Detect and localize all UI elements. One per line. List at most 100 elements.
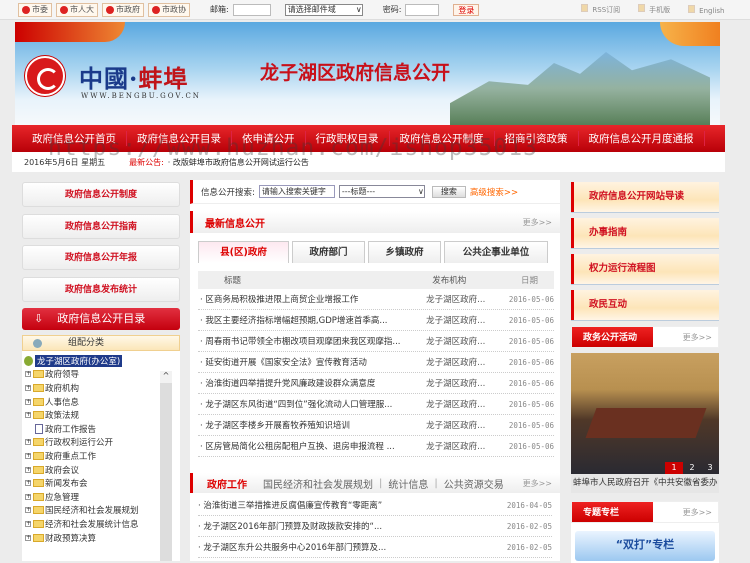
nav-catalog[interactable]: 政府信息公开目录 (127, 131, 232, 146)
link-party-committee[interactable]: 市委 (18, 2, 52, 17)
row-title[interactable]: · 龙子湖区李楼乡开展畜牧养殖知识培训 (198, 419, 426, 431)
tab-county-government[interactable]: 县(区)政府 (198, 241, 289, 263)
item-title[interactable]: · 治淮街道三举措推进反腐倡廉宣传教育“零距离” (198, 499, 382, 511)
expand-icon[interactable]: + (25, 534, 31, 541)
slide-3[interactable]: 3 (701, 462, 719, 474)
table-row[interactable]: · 区商务局积极推进限上商贸企业增报工作 龙子湖区政府... 2016-05-06 (198, 289, 554, 310)
row-title[interactable]: · 区商务局积极推进限上商贸企业增报工作 (198, 293, 426, 305)
slide-2[interactable]: 2 (683, 462, 701, 474)
expand-icon[interactable]: + (25, 412, 31, 419)
password-input[interactable] (405, 3, 440, 16)
expand-icon[interactable]: + (25, 466, 31, 473)
row-title[interactable]: · 区房管局简化公租房配租户互换、退房申报流程 ... (198, 440, 426, 452)
expand-icon[interactable]: + (25, 520, 31, 527)
tree-item[interactable]: + 政府机构 (22, 381, 180, 395)
nav-system[interactable]: 政府信息公开制度 (390, 131, 495, 146)
search-field-select[interactable]: ---标题--- ∨ (338, 185, 425, 198)
annual-report-button[interactable]: 政府信息公开年报 (22, 245, 180, 270)
advanced-search-link[interactable]: 高级搜索>> (470, 186, 518, 198)
tab-public-resources[interactable]: 公共资源交易 (444, 476, 504, 491)
email-domain-select[interactable]: 请选择邮件域 ∨ (284, 3, 363, 16)
activity-photo[interactable]: 1 2 3 (571, 353, 719, 474)
tree-item[interactable]: + 政府领导 (22, 368, 180, 382)
tree-item[interactable]: + 新闻发布会 (22, 476, 180, 490)
tab-departments[interactable]: 政府部门 (292, 241, 365, 263)
row-title[interactable]: · 龙子湖区东风街道“四到位”强化流动人口管理服... (198, 398, 426, 410)
photo-caption[interactable]: 蚌埠市人民政府召开《中共安徽省委办 (571, 474, 719, 493)
nav-on-request[interactable]: 依申请公开 (232, 131, 306, 146)
service-guide-button[interactable]: 办事指南 (571, 218, 719, 248)
expand-icon[interactable]: + (25, 507, 31, 514)
tab-public-institutions[interactable]: 公共企事业单位 (444, 241, 548, 263)
shuangda-topic-button[interactable]: “双打”专栏 (575, 531, 715, 561)
rss-link[interactable]: RSS订阅 (581, 4, 620, 15)
expand-icon[interactable]: + (25, 384, 31, 391)
tree-item[interactable]: + 国民经济和社会发展规划 (22, 504, 180, 518)
table-row[interactable]: · 延安街道开展《国家安全法》宣传教育活动 龙子湖区政府... 2016-05-06 (198, 352, 554, 373)
slide-1[interactable]: 1 (665, 462, 683, 474)
link-city-government[interactable]: 市政府 (102, 2, 144, 17)
release-statistics-button[interactable]: 政府信息发布统计 (22, 276, 180, 302)
tree-item[interactable]: 政府工作报告 (22, 422, 180, 436)
list-item[interactable]: · 龙子湖区2016年部门预算及财政拨款安排的“... 2016-02-05 (198, 516, 552, 537)
tab-statistics[interactable]: 统计信息 (388, 476, 428, 491)
tree-item[interactable]: + 财政预算决算 (22, 531, 180, 545)
english-link[interactable]: English (688, 5, 724, 15)
more-link[interactable]: 更多>> (523, 478, 552, 489)
tab-townships[interactable]: 乡镇政府 (368, 241, 441, 263)
list-item[interactable]: · 龙子湖区东升公共服务中心2016年部门预算及... 2016-02-05 (198, 537, 552, 558)
expand-icon[interactable]: + (25, 439, 31, 446)
table-row[interactable]: · 区房管局简化公租房配租户互换、退房申报流程 ... 龙子湖区政府... 2016… (198, 436, 554, 457)
site-guide-button[interactable]: 政府信息公开网站导读 (571, 182, 719, 212)
email-input[interactable] (232, 3, 271, 16)
expand-icon[interactable]: + (25, 480, 31, 487)
mobile-link[interactable]: 手机版 (638, 4, 670, 15)
list-item[interactable]: · 治淮街道三举措推进反腐倡廉宣传教育“零距离” 2016-04-05 (198, 495, 552, 516)
tree-root[interactable]: 龙子湖区政府(办公室) (22, 354, 180, 368)
table-row[interactable]: · 我区主要经济指标增幅超预期,GDP增速首季高... 龙子湖区政府... 2016… (198, 310, 554, 331)
row-title[interactable]: · 治淮街道四举措提升党风廉政建设群众满意度 (198, 377, 426, 389)
more-link[interactable]: 更多>> (683, 507, 712, 518)
nav-monthly-report[interactable]: 政府信息公开月度通报 (579, 131, 705, 146)
login-button[interactable]: 登录 (453, 3, 480, 16)
scroll-up-icon[interactable]: ^ (160, 371, 172, 383)
scrollbar[interactable]: ^ (160, 371, 172, 561)
info-system-button[interactable]: 政府信息公开制度 (22, 182, 180, 207)
item-title[interactable]: · 龙子湖区2016年部门预算及财政拨款安排的“... (198, 520, 382, 532)
more-link[interactable]: 更多>> (683, 332, 712, 343)
search-button[interactable]: 搜索 (431, 185, 466, 198)
nav-investment[interactable]: 招商引资政策 (495, 131, 579, 146)
table-row[interactable]: · 周春雨书记带领全市棚改项目观摩团来我区观摩指... 龙子湖区政府... 2016… (198, 331, 554, 352)
announcement-link[interactable]: · 改版蚌埠市政府信息公开网试运行公告 (168, 157, 309, 168)
row-title[interactable]: · 延安街道开展《国家安全法》宣传教育活动 (198, 356, 426, 368)
power-flowchart-button[interactable]: 权力运行流程图 (571, 254, 719, 284)
tree-item[interactable]: + 政府重点工作 (22, 449, 180, 463)
expand-icon[interactable]: + (25, 493, 31, 500)
table-row[interactable]: · 龙子湖区东风街道“四到位”强化流动人口管理服... 龙子湖区政府... 2016… (198, 394, 554, 415)
expand-icon[interactable]: + (25, 371, 31, 378)
tab-development-plan[interactable]: 国民经济和社会发展规划 (263, 476, 373, 491)
tree-item[interactable]: + 政府会议 (22, 463, 180, 477)
info-guide-button[interactable]: 政府信息公开指南 (22, 213, 180, 239)
table-row[interactable]: · 治淮街道四举措提升党风廉政建设群众满意度 龙子湖区政府... 2016-05-0… (198, 373, 554, 394)
tree-item[interactable]: + 应急管理 (22, 490, 180, 504)
link-peoples-congress[interactable]: 市人大 (56, 2, 98, 17)
nav-powers-catalog[interactable]: 行政职权目录 (306, 131, 390, 146)
item-title[interactable]: · 龙子湖区东升公共服务中心2016年部门预算及... (198, 541, 386, 553)
row-title[interactable]: · 周春雨书记带领全市棚改项目观摩团来我区观摩指... (198, 335, 426, 347)
catalog-header[interactable]: ⇩ 政府信息公开目录 (22, 308, 180, 330)
link-cppcc[interactable]: 市政协 (148, 2, 190, 17)
search-input[interactable]: 请输入搜索关键字 (258, 185, 335, 198)
table-row[interactable]: · 龙子湖区李楼乡开展畜牧养殖知识培训 龙子湖区政府... 2016-05-06 (198, 415, 554, 436)
interaction-button[interactable]: 政民互动 (571, 290, 719, 320)
expand-icon[interactable]: + (25, 452, 31, 459)
tree-item[interactable]: + 经济和社会发展统计信息 (22, 517, 180, 531)
more-link[interactable]: 更多>> (523, 217, 552, 228)
tree-item[interactable]: + 政策法规 (22, 408, 180, 422)
tab-gov-work[interactable]: 政府工作 (207, 476, 247, 491)
tree-item[interactable]: + 行政权利运行公开 (22, 436, 180, 450)
site-logo[interactable]: 中國·蚌埠 (79, 59, 188, 94)
expand-icon[interactable]: + (25, 398, 31, 405)
tree-item[interactable]: + 人事信息 (22, 395, 180, 409)
nav-home[interactable]: 政府信息公开首页 (22, 131, 127, 146)
